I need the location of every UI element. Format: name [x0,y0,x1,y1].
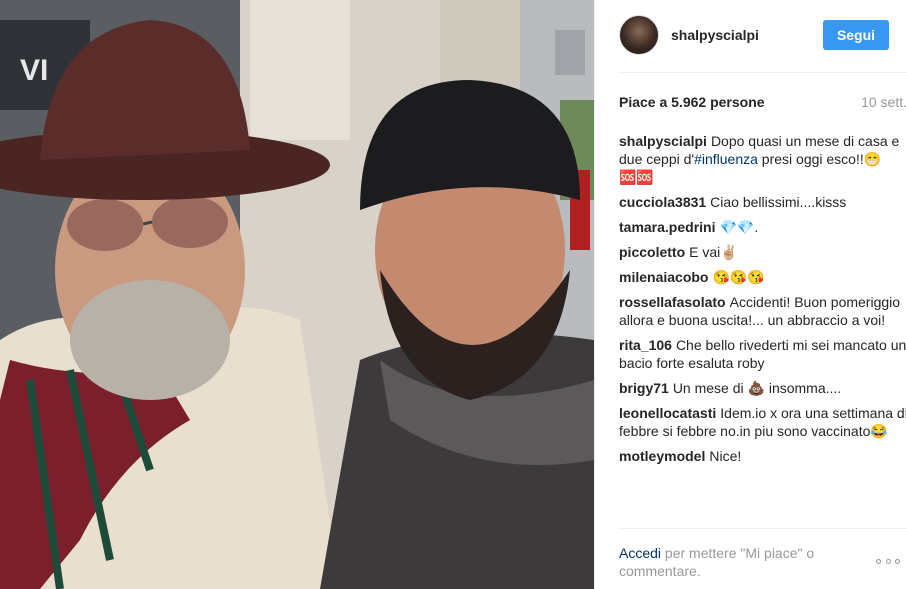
likes-row: Piace a 5.962 persone 10 sett. [619,94,906,110]
comment-username[interactable]: tamara.pedrini [619,219,715,235]
caption: shalpyscialpi Dopo quasi un mese di casa … [619,132,906,186]
comment-text: 😘😘😘 [712,269,765,285]
comment-username[interactable]: leonellocatasti [619,405,716,421]
caption-username[interactable]: shalpyscialpi [619,133,707,149]
login-prompt: Accedi per mettere "Mi piace" o commenta… [619,544,881,580]
comment-username[interactable]: piccoletto [619,244,685,260]
follow-button[interactable]: Segui [823,20,889,50]
post-header: shalpyscialpi Segui [619,14,889,56]
comment-item: motleymodel Nice! [619,447,906,465]
more-options-icon[interactable] [876,556,900,566]
avatar[interactable] [619,15,659,55]
dot-icon [885,558,891,564]
comment-username[interactable]: milenaiacobo [619,269,708,285]
comment-text: Un mese di 💩 insomma.... [672,380,842,396]
comments-list: shalpyscialpi Dopo quasi un mese di casa … [619,132,906,472]
comment-item: brigy71 Un mese di 💩 insomma.... [619,379,906,397]
footer-divider [619,528,906,529]
comment-item: tamara.pedrini 💎💎. [619,218,906,236]
header-divider [619,72,906,73]
post-date[interactable]: 10 sett. [861,94,906,110]
login-link[interactable]: Accedi [619,545,661,561]
comment-text: Nice! [709,448,742,464]
post-photo: VI [0,0,594,589]
comment-text: Ciao bellissimi....kisss [710,194,847,210]
svg-text:VI: VI [20,54,48,87]
comment-text: 💎💎. [719,219,759,235]
comment-username[interactable]: rita_106 [619,337,672,353]
comment-text: E vai✌🏼 [689,244,738,260]
comment-username[interactable]: motleymodel [619,448,705,464]
dot-icon [876,558,881,564]
hashtag-link[interactable]: #influenza [694,151,758,167]
comment-item: piccoletto E vai✌🏼 [619,243,906,261]
dot-icon [895,558,900,564]
comment-username[interactable]: brigy71 [619,380,669,396]
comment-username[interactable]: cucciola3831 [619,194,706,210]
comment-item: rita_106 Che bello rivederti mi sei manca… [619,336,906,372]
comment-item: rossellafasolato Accidenti! Buon pomerigg… [619,293,906,329]
post-details-panel: shalpyscialpi Segui Piace a 5.962 person… [594,0,906,589]
likes-count[interactable]: Piace a 5.962 persone [619,94,765,110]
comment-item: leonellocatasti Idem.io x ora una settima… [619,404,906,440]
selfie-image: VI [0,0,594,589]
comment-item: milenaiacobo 😘😘😘 [619,268,906,286]
comment-username[interactable]: rossellafasolato [619,294,726,310]
author-username[interactable]: shalpyscialpi [671,27,759,43]
comment-item: cucciola3831 Ciao bellissimi....kisss [619,193,906,211]
